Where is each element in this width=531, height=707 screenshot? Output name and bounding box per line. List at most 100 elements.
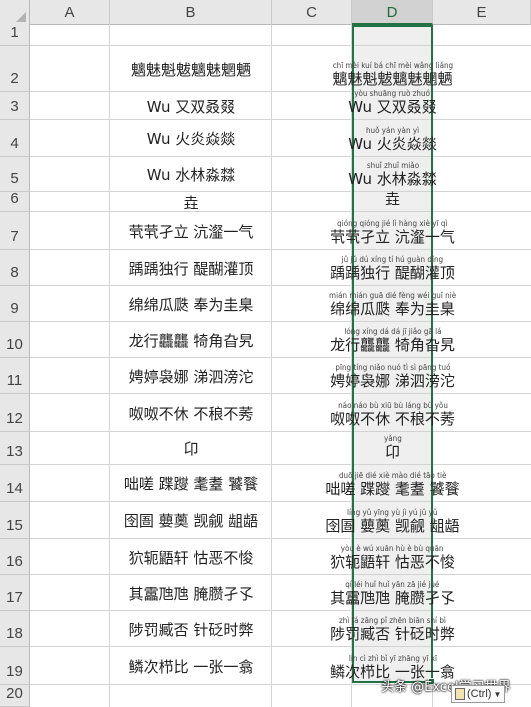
cell-d16[interactable]: yòu è wú xuān hù è bù quān 狖轭鼯轩 怙恶不悛 [330, 539, 455, 575]
cell-text: 魑魅魁魃魑魅魍魉 [332, 70, 453, 88]
select-all-corner[interactable] [0, 0, 30, 25]
cell-d3[interactable]: yòu shuāng ruò zhuó Wu 又双叒叕 [348, 89, 437, 120]
cell-text: Wu 又双叒叕 [348, 98, 437, 116]
paste-options-button[interactable]: (Ctrl) ▼ [451, 685, 506, 703]
phonetic-guide: qióng qióng jié lì hàng xiè yī qì [337, 219, 448, 228]
row-header-2[interactable]: 2 [0, 46, 30, 92]
cell-text: 狖轭鼯轩 怙恶不悛 [330, 553, 455, 571]
cell-d6[interactable]: 垚 [352, 190, 433, 212]
cell-b14[interactable]: 咄嗟 蹀躞 耄耋 饕餮 [110, 465, 272, 502]
cell-d7[interactable]: qióng qióng jié lì hàng xiè yī qì 茕茕孑立 沆瀣… [330, 212, 455, 250]
row-header-7[interactable]: 7 [0, 212, 30, 250]
cell-b19[interactable]: 鳞次栉比 一张一翕 [110, 647, 272, 685]
cell-text: Wu 水林淼㵘 [348, 170, 437, 188]
cell-text: 绵绵瓜瓞 奉为圭臬 [330, 300, 455, 318]
phonetic-guide: zhì fá zāng pǐ zhēn biān shí bì [339, 616, 446, 625]
gridline [30, 646, 531, 647]
cell-b8[interactable]: 踽踽独行 醍醐灌顶 [110, 250, 272, 286]
cell-b9[interactable]: 绵绵瓜瓞 奉为圭臬 [110, 286, 272, 322]
cell-text: 卬 [384, 443, 400, 461]
cell-text: 咄嗟 蹀躞 耄耋 饕餮 [325, 480, 460, 498]
gridline [30, 156, 531, 157]
cell-text: 呶呶不休 不稂不莠 [330, 410, 455, 428]
row-header-13[interactable]: 13 [0, 432, 30, 465]
gridline [30, 610, 531, 611]
row-header-5[interactable]: 5 [0, 157, 30, 192]
column-header-d[interactable]: D [352, 0, 433, 25]
cell-b13[interactable]: 卬 [110, 432, 272, 465]
cell-d13[interactable]: yǎng 卬 [352, 432, 433, 465]
cell-d18[interactable]: zhì fá zāng pǐ zhēn biān shí bì 陟罚臧否 针砭时弊 [330, 611, 455, 647]
cell-d2[interactable]: chī mèi kuí bá chī mèi wǎng liǎng 魑魅魁魃魑魅魍… [332, 46, 452, 92]
phonetic-guide: shuǐ zhuǐ miǎo [366, 161, 419, 170]
chevron-down-icon: ▼ [493, 689, 502, 699]
gridline [30, 285, 531, 286]
cell-text: 囹圄 蘡薁 觊觎 龃龉 [325, 517, 460, 535]
cell-d4[interactable]: huǒ yán yàn yì Wu 火炎焱燚 [348, 120, 437, 157]
cell-b7[interactable]: 茕茕孑立 沆瀣一气 [110, 212, 272, 250]
row-header-16[interactable]: 16 [0, 539, 30, 575]
phonetic-guide: jǔ jǔ dú xíng tí hú guàn dǐng [341, 255, 444, 264]
cell-text: 陟罚臧否 针砭时弊 [330, 625, 455, 643]
cell-b5[interactable]: Wu 水林淼㵘 [110, 157, 272, 192]
cell-b16[interactable]: 狖轭鼯轩 怙恶不悛 [110, 539, 272, 575]
gridline [30, 393, 531, 394]
gridline [30, 211, 531, 212]
cell-b12[interactable]: 呶呶不休 不稂不莠 [110, 394, 272, 432]
phonetic-guide: huǒ yán yàn yì [365, 126, 420, 135]
phonetic-guide: mián mián guā dié fèng wéi guī niè [328, 291, 457, 300]
cell-b17[interactable]: 其靁虺虺 腌臜孑孓 [110, 575, 272, 611]
row-header-17[interactable]: 17 [0, 575, 30, 611]
phonetic-guide: pīng tíng niǎo nuó tì sì pāng tuó [334, 363, 451, 372]
cell-b11[interactable]: 娉婷袅娜 涕泗滂沱 [110, 358, 272, 394]
row-header-15[interactable]: 15 [0, 502, 30, 539]
cell-b3[interactable]: Wu 又双叒叕 [110, 92, 272, 120]
row-header-11[interactable]: 11 [0, 358, 30, 394]
row-header-6[interactable]: 6 [0, 190, 30, 212]
cell-b2[interactable]: 魑魅魁魃魑魅魍魉 [110, 46, 272, 92]
cell-d14[interactable]: duō jiē dié xiè mào dié tāo tiè 咄嗟 蹀躞 耄耋 … [325, 465, 459, 502]
cell-d12[interactable]: náo náo bù xiū bù láng bù yǒu 呶呶不休 不稂不莠 [330, 394, 455, 432]
cell-d9[interactable]: mián mián guā dié fèng wéi guī niè 绵绵瓜瓞 奉… [329, 286, 456, 322]
phonetic-guide: qí léi huǐ huǐ yān zā jié jué [345, 580, 440, 589]
row-header-3[interactable]: 3 [0, 92, 30, 120]
column-header-c[interactable]: C [272, 0, 352, 25]
cell-b18[interactable]: 陟罚臧否 针砭时弊 [110, 611, 272, 647]
gridline [30, 574, 531, 575]
gridline [30, 321, 531, 322]
row-header-14[interactable]: 14 [0, 465, 30, 502]
row-header-19[interactable]: 19 [0, 647, 30, 685]
cell-d8[interactable]: jǔ jǔ dú xíng tí hú guàn dǐng 踽踽独行 醍醐灌顶 [330, 250, 455, 286]
row-header-8[interactable]: 8 [0, 250, 30, 286]
phonetic-guide: yòu shuāng ruò zhuó [354, 89, 431, 98]
phonetic-guide: chī mèi kuí bá chī mèi wǎng liǎng [332, 61, 453, 70]
cell-d11[interactable]: pīng tíng niǎo nuó tì sì pāng tuó 娉婷袅娜 涕泗… [330, 358, 455, 394]
paste-options-label: (Ctrl) [467, 688, 492, 700]
cell-text: Wu 火炎焱燚 [348, 135, 437, 153]
cell-b10[interactable]: 龙行龘龘 犄角旮旯 [110, 322, 272, 358]
column-header-e[interactable]: E [433, 0, 531, 25]
cell-d15[interactable]: líng yǔ yīng yù jì yú jǔ yǔ 囹圄 蘡薁 觊觎 龃龉 [325, 502, 459, 539]
row-header-20[interactable]: 20 [0, 685, 30, 707]
row-header-18[interactable]: 18 [0, 611, 30, 647]
cell-d5[interactable]: shuǐ zhuǐ miǎo Wu 水林淼㵘 [348, 157, 437, 192]
column-header-b[interactable]: B [110, 0, 272, 25]
cell-b6[interactable]: 垚 [110, 192, 272, 212]
cell-d10[interactable]: lóng xíng dá dá jī jiǎo gā lá 龙行龘龘 犄角旮旯 [330, 322, 455, 358]
gridline [30, 464, 531, 465]
row-header-4[interactable]: 4 [0, 120, 30, 157]
cell-d17[interactable]: qí léi huǐ huǐ yān zā jié jué 其靁虺虺 腌臜孑孓 [330, 575, 455, 611]
cell-b4[interactable]: Wu 火炎焱燚 [110, 120, 272, 157]
phonetic-guide: lóng xíng dá dá jī jiǎo gā lá [343, 327, 442, 336]
row-header-10[interactable]: 10 [0, 322, 30, 358]
column-header-a[interactable]: A [30, 0, 110, 25]
phonetic-guide: líng yǔ yīng yù jì yú jǔ yǔ [347, 508, 438, 517]
gridline [30, 45, 531, 46]
cell-text: 龙行龘龘 犄角旮旯 [330, 336, 455, 354]
row-header-1[interactable]: 1 [0, 24, 30, 46]
gridline [30, 249, 531, 250]
row-header-12[interactable]: 12 [0, 394, 30, 432]
spreadsheet-grid: ABCDE 1 2 魑魅魁魃魑魅魍魉 chī mèi kuí bá chī mèi w… [0, 0, 531, 707]
cell-b15[interactable]: 囹圄 蘡薁 觊觎 龃龉 [110, 502, 272, 539]
row-header-9[interactable]: 9 [0, 286, 30, 322]
